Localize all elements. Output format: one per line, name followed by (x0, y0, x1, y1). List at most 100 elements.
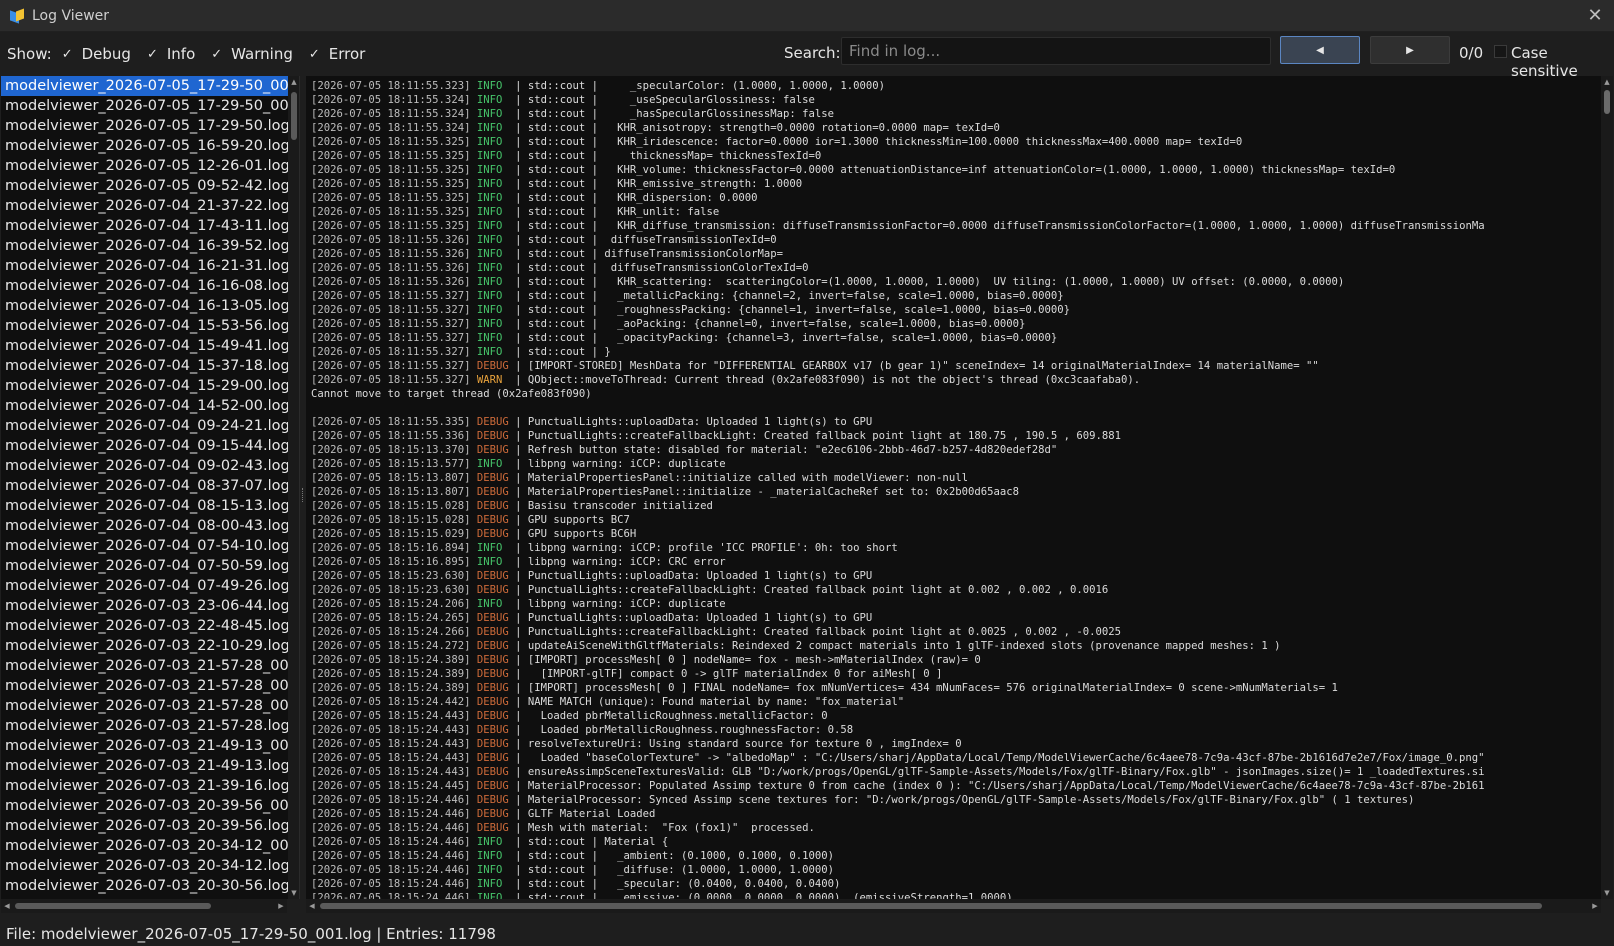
scroll-left-icon[interactable]: ◀ (1, 899, 13, 913)
file-list-item[interactable]: modelviewer_2026-07-03_21-49-13_000.log (1, 736, 288, 756)
close-icon[interactable]: ✕ (1584, 5, 1606, 27)
filter-info-checkbox[interactable]: ✓ Info (147, 45, 195, 63)
log-level: DEBUG (476, 640, 509, 652)
log-message: | std::cout | _diffuse: (1.0000, 1.0000,… (508, 864, 835, 876)
file-list-horizontal-scrollbar[interactable]: ◀ ▶ (1, 899, 287, 913)
splitter-handle[interactable] (302, 488, 304, 502)
file-list-item[interactable]: modelviewer_2026-07-05_12-26-01.log (50 (1, 156, 288, 176)
file-list-item[interactable]: modelviewer_2026-07-04_07-54-10.log (1 I (1, 536, 288, 556)
scroll-up-icon[interactable]: ▲ (1601, 76, 1613, 88)
log-level: DEBUG (476, 584, 509, 596)
file-list-item[interactable]: modelviewer_2026-07-05_09-52-42.log (26 (1, 176, 288, 196)
log-level: INFO (476, 836, 503, 848)
log-timestamp: [2026-07-05 18:15:24.443] (311, 766, 471, 778)
file-list-item[interactable]: modelviewer_2026-07-04_14-52-00.log (74 (1, 396, 288, 416)
toolbar: Show: ✓ Debug ✓ Info ✓ Warning ✓ Error S… (0, 32, 1614, 80)
file-list-item[interactable]: modelviewer_2026-07-04_21-37-22.log (74 (1, 196, 288, 216)
log-view: [2026-07-05 18:11:55.323] INFO | std::co… (306, 76, 1601, 899)
scroll-up-icon[interactable]: ▲ (288, 76, 299, 88)
log-message: | std::cout | _useSpecularGlossiness: fa… (508, 94, 815, 106)
log-level: INFO (476, 150, 503, 162)
scrollbar-thumb[interactable] (1604, 90, 1610, 114)
file-list-item[interactable]: modelviewer_2026-07-03_22-10-29.log (22 (1, 636, 288, 656)
log-message: | std::cout | _metallicPacking: {channel… (508, 290, 1064, 302)
log-message: | std::cout | _roughnessPacking: {channe… (508, 304, 1071, 316)
log-vertical-scrollbar[interactable]: ▲ ▼ (1601, 76, 1613, 899)
file-list-item[interactable]: modelviewer_2026-07-04_15-29-00.log (1 I (1, 376, 288, 396)
scroll-left-icon[interactable]: ◀ (306, 899, 318, 913)
log-level: INFO (476, 598, 503, 610)
file-list-item[interactable]: modelviewer_2026-07-04_09-24-21.log (72 (1, 416, 288, 436)
log-timestamp: [2026-07-05 18:11:55.326] (311, 276, 471, 288)
find-previous-button[interactable]: ◀ (1280, 36, 1360, 64)
file-list-item[interactable]: modelviewer_2026-07-03_20-39-56_000.log (1, 796, 288, 816)
scrollbar-thumb[interactable] (15, 903, 211, 909)
file-list-item[interactable]: modelviewer_2026-07-03_20-30-56.log (74 (1, 876, 288, 896)
file-list-item[interactable]: modelviewer_2026-07-04_08-15-13.log (74 (1, 496, 288, 516)
file-list-item[interactable]: modelviewer_2026-07-03_21-39-16.log (14 (1, 776, 288, 796)
file-list-item[interactable]: modelviewer_2026-07-05_17-29-50_001.log (1, 76, 288, 96)
file-list-item[interactable]: modelviewer_2026-07-04_15-37-18.log (0 I (1, 356, 288, 376)
log-line: [2026-07-05 18:15:13.577] INFO | libpng … (311, 457, 1485, 471)
file-list-item[interactable]: modelviewer_2026-07-03_21-57-28.log (15 (1, 716, 288, 736)
filter-debug-checkbox[interactable]: ✓ Debug (62, 45, 131, 63)
file-list-item[interactable]: modelviewer_2026-07-04_15-53-56.log (1 I (1, 316, 288, 336)
file-list-item[interactable]: modelviewer_2026-07-04_16-16-08.log (1 I (1, 276, 288, 296)
file-list-item[interactable]: modelviewer_2026-07-05_17-29-50_000.log (1, 96, 288, 116)
file-list-item[interactable]: modelviewer_2026-07-04_07-50-59.log (1 I (1, 556, 288, 576)
case-sensitive-checkbox[interactable] (1494, 45, 1507, 58)
log-message: | libpng warning: iCCP: duplicate (508, 458, 726, 470)
file-list-item[interactable]: modelviewer_2026-07-04_16-39-52.log (78 (1, 236, 288, 256)
log-line: [2026-07-05 18:15:24.446] INFO | std::co… (311, 835, 1485, 849)
log-timestamp: [2026-07-05 18:15:24.446] (311, 850, 471, 862)
file-list-item[interactable]: modelviewer_2026-07-04_17-43-11.log (1 I (1, 216, 288, 236)
search-input[interactable] (841, 37, 1271, 65)
file-list-item[interactable]: modelviewer_2026-07-03_22-48-45.log (1 I (1, 616, 288, 636)
log-message: | std::cout | KHR_dispersion: 0.0000 (508, 192, 758, 204)
scroll-right-icon[interactable]: ▶ (1589, 899, 1601, 913)
log-message: Cannot move to target thread (0x2afe083f… (311, 388, 592, 400)
file-list-item[interactable]: modelviewer_2026-07-03_21-57-28_002.log (1, 656, 288, 676)
file-list-item[interactable]: modelviewer_2026-07-05_17-29-50.log (15 (1, 116, 288, 136)
file-list-item[interactable]: modelviewer_2026-07-04_09-02-43.log (2 I (1, 456, 288, 476)
file-list-item[interactable]: modelviewer_2026-07-03_20-34-12.log (15 (1, 856, 288, 876)
file-list-item[interactable]: modelviewer_2026-07-05_16-59-20.log (74 (1, 136, 288, 156)
log-line: [2026-07-05 18:15:24.443] DEBUG | Loaded… (311, 751, 1485, 765)
file-list-item[interactable]: modelviewer_2026-07-04_09-15-44.log (2 I (1, 436, 288, 456)
file-list-item[interactable]: modelviewer_2026-07-04_08-37-07.log (23 (1, 476, 288, 496)
title-bar: Log Viewer ✕ (0, 0, 1614, 32)
file-list-item[interactable]: modelviewer_2026-07-04_08-00-43.log (1 I (1, 516, 288, 536)
arrow-right-icon: ▶ (1406, 44, 1414, 56)
scrollbar-thumb[interactable] (320, 903, 1542, 909)
filter-warning-checkbox[interactable]: ✓ Warning (211, 45, 293, 63)
file-list-item[interactable]: modelviewer_2026-07-03_21-49-13.log (15 (1, 756, 288, 776)
file-list-item[interactable]: modelviewer_2026-07-03_21-57-28_000.log (1, 696, 288, 716)
file-list-item[interactable]: modelviewer_2026-07-04_15-49-41.log (1 I (1, 336, 288, 356)
file-list-item[interactable]: modelviewer_2026-07-03_20-34-12_000.log (1, 836, 288, 856)
log-line: [2026-07-05 18:11:55.327] INFO | std::co… (311, 303, 1485, 317)
log-message: | libpng warning: iCCP: duplicate (508, 598, 726, 610)
scroll-right-icon[interactable]: ▶ (275, 899, 287, 913)
scroll-down-icon[interactable]: ▼ (1601, 887, 1613, 899)
log-message: | resolveTextureUri: Using standard sour… (508, 738, 962, 750)
file-list-item[interactable]: modelviewer_2026-07-04_07-49-26.log (1 I (1, 576, 288, 596)
log-timestamp: [2026-07-05 18:11:55.325] (311, 192, 471, 204)
scrollbar-thumb[interactable] (291, 92, 297, 140)
file-list-item[interactable]: modelviewer_2026-07-04_16-13-05.log (2 I (1, 296, 288, 316)
log-level: INFO (476, 262, 503, 274)
log-timestamp: [2026-07-05 18:15:24.389] (311, 682, 471, 694)
log-message: | libpng warning: iCCP: profile 'ICC PRO… (508, 542, 898, 554)
log-level: DEBUG (476, 626, 509, 638)
file-list-item[interactable]: modelviewer_2026-07-03_23-06-44.log (1 I (1, 596, 288, 616)
filter-error-checkbox[interactable]: ✓ Error (309, 45, 365, 63)
scroll-down-icon[interactable]: ▼ (288, 887, 299, 899)
log-timestamp: [2026-07-05 18:15:24.445] (311, 780, 471, 792)
file-list-item[interactable]: modelviewer_2026-07-03_20-39-56.log (15 (1, 816, 288, 836)
log-level: DEBUG (476, 766, 509, 778)
find-next-button[interactable]: ▶ (1370, 36, 1450, 64)
log-horizontal-scrollbar[interactable]: ◀ ▶ (306, 899, 1601, 913)
log-timestamp: [2026-07-05 18:11:55.326] (311, 248, 471, 260)
file-list-vertical-scrollbar[interactable]: ▲ ▼ (288, 76, 299, 899)
file-list-item[interactable]: modelviewer_2026-07-03_21-57-28_001.log (1, 676, 288, 696)
file-list-item[interactable]: modelviewer_2026-07-04_16-21-31.log (22 (1, 256, 288, 276)
